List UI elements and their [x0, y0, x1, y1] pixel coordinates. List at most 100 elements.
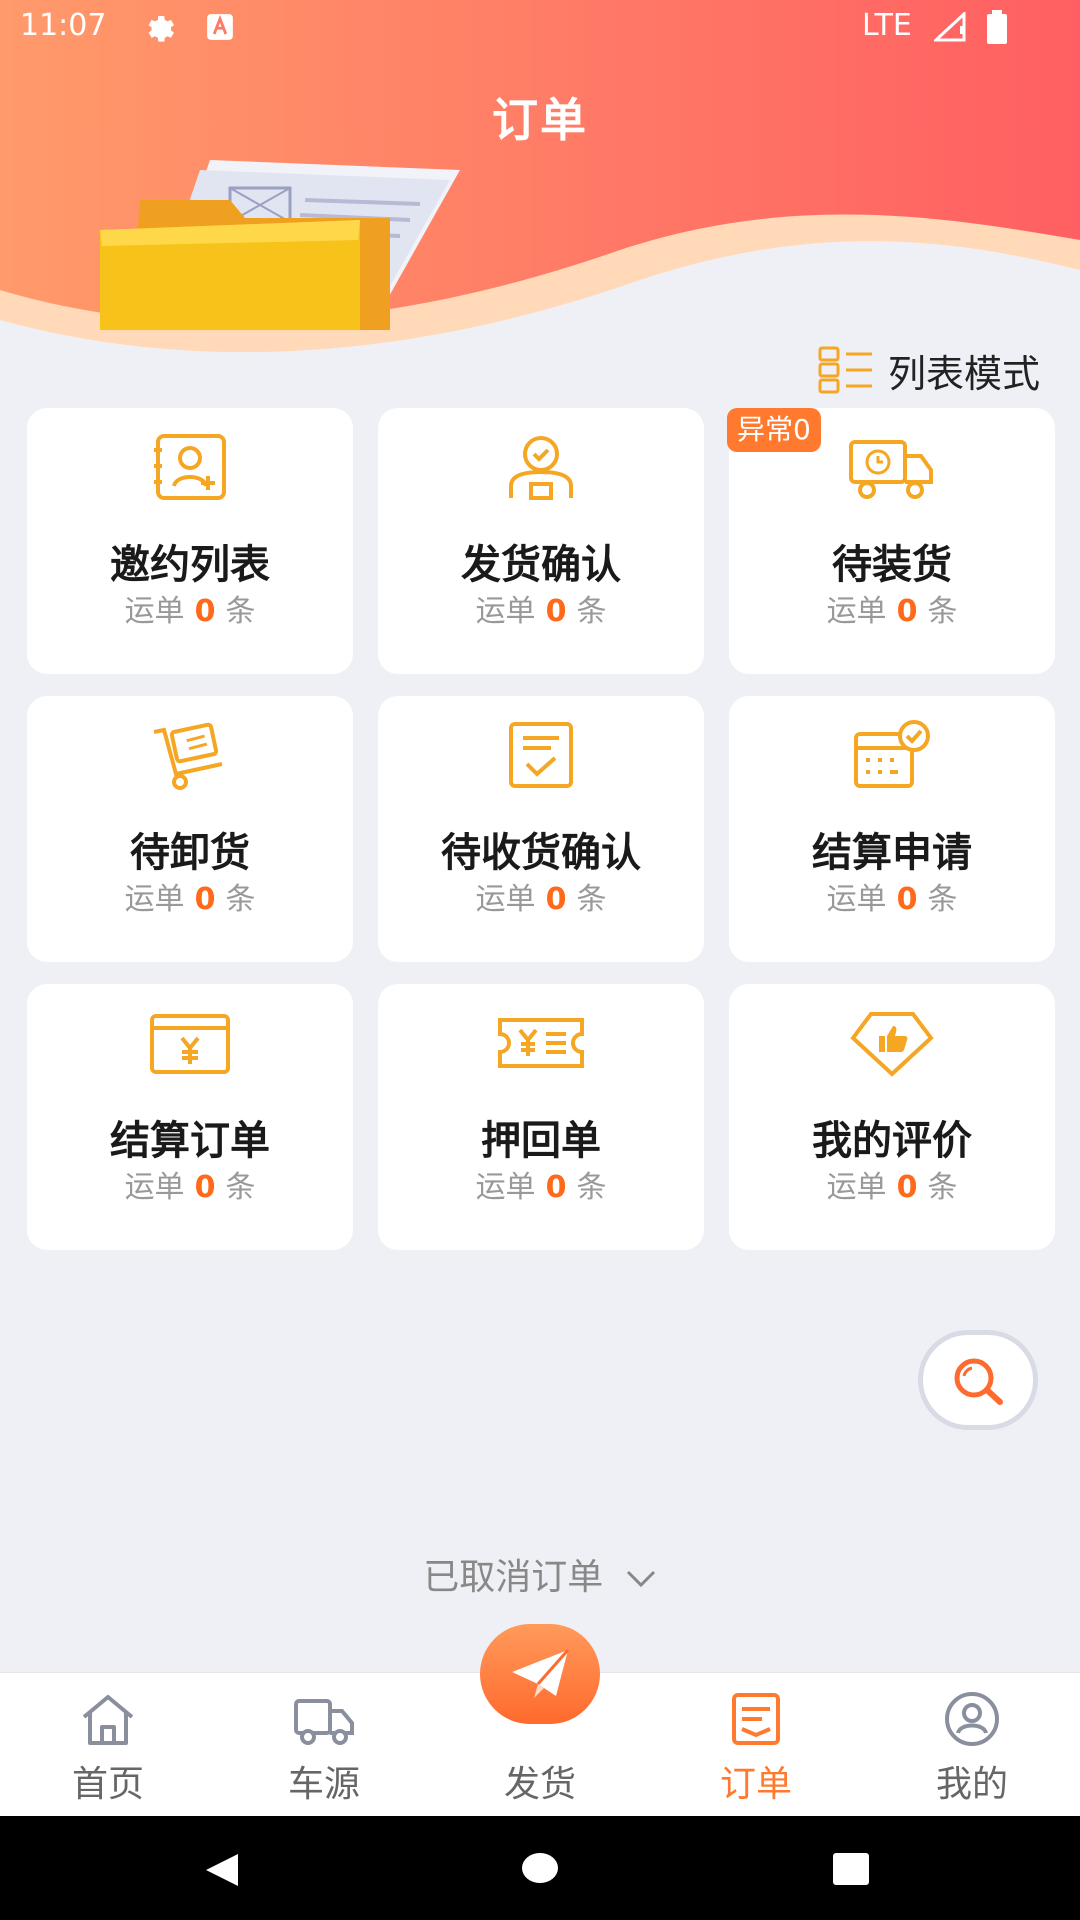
- truck-clock-icon: [849, 440, 933, 499]
- card-invite-list[interactable]: 邀约列表 运单 0 条: [27, 408, 353, 674]
- card-count-line: 运单 0 条: [27, 586, 353, 630]
- cart-icon: [153, 722, 223, 790]
- count-value: 0: [545, 594, 567, 629]
- checklist-icon: [509, 722, 573, 788]
- thumbs-up-tag-icon: [850, 1012, 934, 1077]
- count-prefix: 运单: [826, 594, 887, 629]
- count-value: 0: [194, 882, 216, 917]
- card-title: 发货确认: [461, 542, 621, 588]
- battery-icon: [987, 10, 1007, 44]
- search-icon: [954, 1358, 1003, 1405]
- nav-label: 我的: [935, 1764, 1008, 1805]
- count-prefix: 运单: [124, 1170, 185, 1205]
- status-bar: 11:07 LTE: [0, 0, 1080, 56]
- yuan-ticket-icon: [498, 1018, 584, 1068]
- card-my-reviews[interactable]: 我的评价 运单 0 条: [729, 984, 1055, 1250]
- nav-orders[interactable]: 订单: [648, 1673, 864, 1817]
- count-suffix: 条: [225, 594, 256, 629]
- count-value: 0: [545, 882, 567, 917]
- card-title: 邀约列表: [110, 542, 270, 588]
- nav-vehicles[interactable]: 车源: [216, 1673, 432, 1817]
- keyboard-a-icon: [207, 14, 233, 40]
- card-title: 结算订单: [110, 1118, 270, 1164]
- count-prefix: 运单: [475, 1170, 536, 1205]
- card-title: 待卸货: [130, 830, 250, 876]
- truck-icon: [294, 1699, 354, 1745]
- nav-home[interactable]: 首页: [0, 1673, 216, 1817]
- nav-label: 发货: [503, 1764, 576, 1805]
- count-prefix: 运单: [826, 882, 887, 917]
- card-pending-load[interactable]: 异常0 待装货 运单 0 条: [727, 408, 1055, 674]
- back-icon[interactable]: [202, 1850, 242, 1890]
- driver-icon: [509, 436, 573, 500]
- count-suffix: 条: [576, 882, 607, 917]
- status-time: 11:07: [20, 8, 107, 43]
- card-count-line: 运单 0 条: [729, 586, 1055, 630]
- count-suffix: 条: [576, 594, 607, 629]
- nav-label: 首页: [71, 1764, 144, 1805]
- card-count-line: 运单 0 条: [729, 874, 1055, 918]
- yuan-card-icon: [150, 1014, 230, 1074]
- folder-documents-icon: [100, 160, 460, 330]
- search-button[interactable]: [918, 1330, 1038, 1430]
- count-prefix: 运单: [475, 882, 536, 917]
- cancelled-orders-toggle[interactable]: 已取消订单: [0, 1548, 1080, 1600]
- card-title: 待收货确认: [441, 830, 641, 876]
- count-suffix: 条: [927, 1170, 958, 1205]
- header: 11:07 LTE 订单: [0, 0, 1080, 360]
- chevron-down-icon: [626, 1570, 655, 1588]
- card-title: 待装货: [832, 542, 952, 588]
- count-prefix: 运单: [124, 594, 185, 629]
- card-shipment-confirm[interactable]: 发货确认 运单 0 条: [378, 408, 704, 674]
- card-deposit-receipt[interactable]: 押回单 运单 0 条: [378, 984, 704, 1250]
- count-suffix: 条: [225, 1170, 256, 1205]
- order-icon: [732, 1693, 780, 1745]
- card-count-line: 运单 0 条: [729, 1162, 1055, 1206]
- nav-label: 订单: [719, 1764, 792, 1805]
- card-count-line: 运单 0 条: [378, 1162, 704, 1206]
- list-mode-label: 列表模式: [887, 351, 1040, 396]
- card-title: 我的评价: [812, 1118, 972, 1164]
- count-prefix: 运单: [475, 594, 536, 629]
- count-suffix: 条: [225, 882, 256, 917]
- cancelled-orders-label: 已取消订单: [423, 1557, 604, 1598]
- home-circle-icon[interactable]: [520, 1852, 560, 1884]
- count-value: 0: [545, 1170, 567, 1205]
- settlement-check-icon: [854, 720, 930, 788]
- count-suffix: 条: [927, 594, 958, 629]
- count-value: 0: [194, 594, 216, 629]
- nav-label: 车源: [287, 1764, 360, 1805]
- count-prefix: 运单: [124, 882, 185, 917]
- list-mode-toggle[interactable]: 列表模式: [818, 344, 1040, 396]
- home-icon: [82, 1695, 134, 1745]
- card-count-line: 运单 0 条: [27, 874, 353, 918]
- signal-icon: [934, 12, 966, 42]
- card-count-line: 运单 0 条: [27, 1162, 353, 1206]
- card-pending-receipt[interactable]: 待收货确认 运单 0 条: [378, 696, 704, 962]
- nav-mine[interactable]: 我的: [864, 1673, 1080, 1817]
- count-prefix: 运单: [826, 1170, 887, 1205]
- paper-plane-icon: [512, 1649, 570, 1698]
- card-settlement-request[interactable]: 结算申请 运单 0 条: [729, 696, 1055, 962]
- invite-contact-icon: [154, 434, 226, 500]
- count-value: 0: [194, 1170, 216, 1205]
- count-value: 0: [896, 1170, 918, 1205]
- count-suffix: 条: [576, 1170, 607, 1205]
- network-type: LTE: [862, 8, 912, 43]
- ship-fab-button[interactable]: [480, 1624, 600, 1724]
- recents-icon[interactable]: [832, 1852, 870, 1886]
- list-mode-icon: [818, 346, 872, 394]
- card-count-line: 运单 0 条: [378, 874, 704, 918]
- card-title: 结算申请: [812, 830, 972, 876]
- card-count-line: 运单 0 条: [378, 586, 704, 630]
- card-title: 押回单: [481, 1118, 601, 1164]
- system-nav-bar: [0, 1816, 1080, 1920]
- page-title: 订单: [492, 93, 588, 147]
- count-value: 0: [896, 594, 918, 629]
- card-settlement-orders[interactable]: 结算订单 运单 0 条: [27, 984, 353, 1250]
- card-pending-unload[interactable]: 待卸货 运单 0 条: [27, 696, 353, 962]
- profile-icon: [945, 1692, 999, 1746]
- count-value: 0: [896, 882, 918, 917]
- settings-gear-icon: [148, 16, 174, 42]
- abnormal-badge[interactable]: 异常0: [727, 408, 821, 452]
